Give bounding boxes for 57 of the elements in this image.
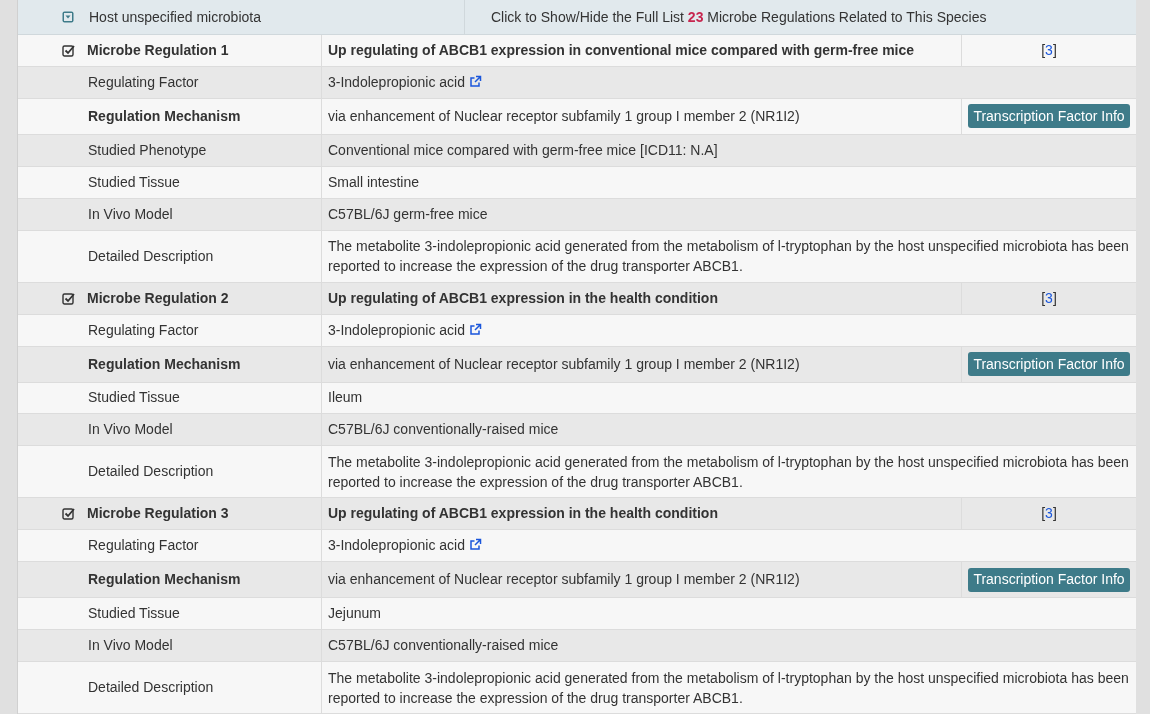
field-value: 3-Indolepropionic acid xyxy=(328,319,482,341)
field-value: C57BL/6J germ-free mice xyxy=(328,204,488,224)
field-value: Small intestine xyxy=(328,172,420,192)
checkbox-tick-icon xyxy=(62,291,75,305)
reference: [3] xyxy=(1041,40,1057,60)
field-value: via enhancement of Nuclear receptor subfamily 1 group I member 2 (NR1I2) xyxy=(328,354,800,374)
reference: [3] xyxy=(1041,288,1057,308)
field-value: The metabolite 3-indolepropionic acid generated from the metabolism of l-tryptophan by the host unspecified microbiota has been reported to increase the expression of the drug transporter ABCB1. xyxy=(328,237,1130,277)
field-value: via enhancement of Nuclear receptor subfamily 1 group I member 2 (NR1I2) xyxy=(328,106,800,126)
collapse-toggle-icon[interactable] xyxy=(62,11,74,23)
toggle-list-text[interactable]: Click to Show/Hide the Full List 23 Microbe Regulations Related to This Species xyxy=(491,6,987,28)
field-value: The metabolite 3-indolepropionic acid generated from the metabolism of l-tryptophan by the host unspecified microbiota has been reported to increase the expression of the drug transporter ABCB1. xyxy=(328,668,1130,708)
field-label: Detailed Description xyxy=(88,678,214,698)
transcription-factor-button[interactable]: Transcription Factor Info xyxy=(968,104,1130,129)
field-label: Detailed Description xyxy=(88,246,214,266)
field-value: Jejunum xyxy=(328,604,381,624)
transcription-factor-button[interactable]: Transcription Factor Info xyxy=(968,352,1130,376)
field-value: C57BL/6J conventionally-raised mice xyxy=(328,420,559,440)
species-header-bar[interactable]: Host unspecified microbiota Click to Show/Hide the Full List 23 Microbe Regulations Related to This Species xyxy=(18,0,1136,35)
field-value: 3-Indolepropionic acid xyxy=(328,71,482,93)
field-value: 3-Indolepropionic acid xyxy=(328,535,482,557)
regulation-summary: Up regulating of ABCB1 expression in the health condition xyxy=(328,288,718,308)
reference-link[interactable]: 3 xyxy=(1045,505,1053,522)
field-value: Ileum xyxy=(328,388,363,408)
field-label: In Vivo Model xyxy=(88,204,173,224)
checkbox-tick-icon xyxy=(62,507,75,521)
species-name: Host unspecified microbiota xyxy=(89,7,261,27)
regulation-title: Microbe Regulation 3 xyxy=(87,504,229,524)
field-label: Regulating Factor xyxy=(88,536,199,556)
reference-link[interactable]: 3 xyxy=(1045,41,1053,58)
transcription-factor-button[interactable]: Transcription Factor Info xyxy=(968,567,1130,592)
field-label: Studied Tissue xyxy=(88,388,180,408)
field-label: Studied Tissue xyxy=(88,604,180,624)
field-label: Studied Phenotype xyxy=(88,140,207,160)
regulation-summary: Up regulating of ABCB1 expression in conventional mice compared with germ-free mice xyxy=(328,40,915,60)
field-value: The metabolite 3-indolepropionic acid generated from the metabolism of l-tryptophan by the host unspecified microbiota has been reported to increase the expression of the drug transporter ABCB1. xyxy=(328,452,1130,492)
field-label: Regulation Mechanism xyxy=(88,354,241,374)
field-label: In Vivo Model xyxy=(88,420,173,440)
field-label: Regulation Mechanism xyxy=(88,106,241,126)
reference-link[interactable]: 3 xyxy=(1045,289,1053,306)
regulation-summary: Up regulating of ABCB1 expression in the health condition xyxy=(328,504,718,524)
field-label: Regulating Factor xyxy=(88,72,199,92)
field-value: C57BL/6J conventionally-raised mice xyxy=(328,636,559,656)
field-label: Regulation Mechanism xyxy=(88,570,241,590)
regulation-title: Microbe Regulation 2 xyxy=(87,288,229,308)
field-label: In Vivo Model xyxy=(88,636,173,656)
external-link-icon[interactable] xyxy=(469,74,482,88)
checkbox-tick-icon xyxy=(62,43,75,57)
field-label: Regulating Factor xyxy=(88,320,199,340)
field-label: Detailed Description xyxy=(88,462,214,482)
field-label: Studied Tissue xyxy=(88,172,180,192)
external-link-icon[interactable] xyxy=(469,322,482,336)
field-value: Conventional mice compared with germ-free mice [ICD11: N.A] xyxy=(328,140,718,160)
external-link-icon[interactable] xyxy=(469,538,482,552)
field-value: via enhancement of Nuclear receptor subfamily 1 group I member 2 (NR1I2) xyxy=(328,570,800,590)
reference: [3] xyxy=(1041,504,1057,524)
regulation-title: Microbe Regulation 1 xyxy=(87,40,229,60)
